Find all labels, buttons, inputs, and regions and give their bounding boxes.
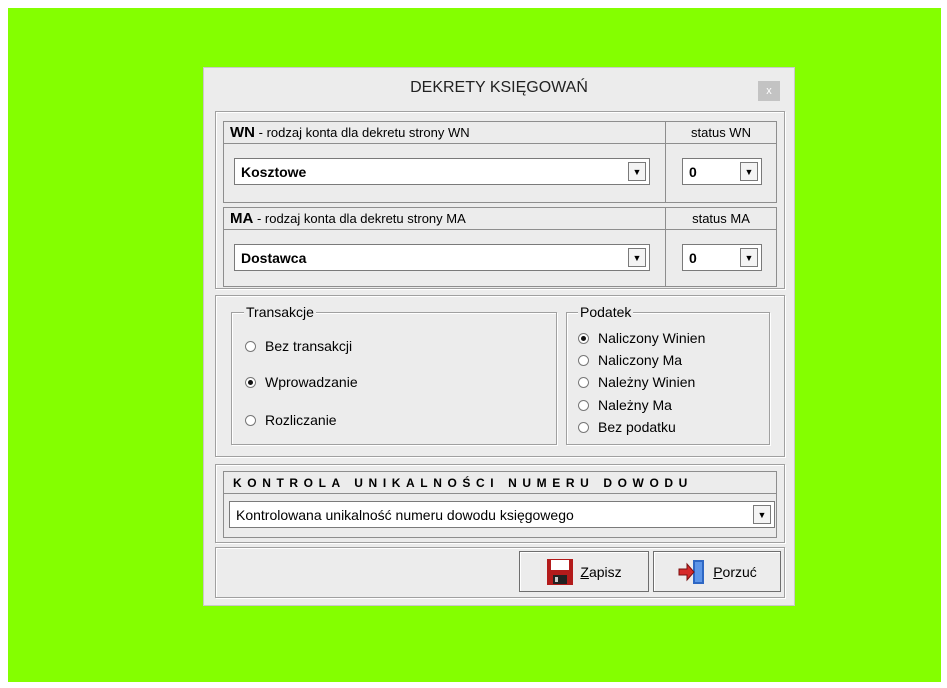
cancel-label: orzuć — [722, 563, 757, 580]
cancel-hotkey: P — [713, 563, 723, 580]
radio-label: Wprowadzanie — [265, 374, 358, 390]
close-button[interactable]: x — [758, 81, 780, 101]
save-button[interactable]: Zapisz — [519, 551, 649, 592]
ma-header: MA - rodzaj konta dla dekretu strony MA — [224, 208, 665, 230]
ma-account-value: Dostawca — [241, 250, 307, 266]
save-label: apisz — [588, 563, 622, 580]
radio-wprowadzanie[interactable]: Wprowadzanie — [245, 374, 358, 390]
floppy-disk-icon — [547, 558, 574, 585]
kontrola-header: KONTROLA UNIKALNOŚCI NUMERU DOWODU — [224, 472, 776, 494]
wn-account-select[interactable]: Kosztowe ▼ — [234, 158, 650, 185]
dropdown-arrow-icon[interactable]: ▼ — [740, 248, 758, 267]
radio-icon — [578, 354, 589, 366]
radio-rozliczanie[interactable]: Rozliczanie — [245, 412, 337, 428]
dropdown-arrow-icon[interactable]: ▼ — [740, 162, 758, 181]
dialog-title: DEKRETY KSIĘGOWAŃ — [410, 79, 588, 96]
radio-icon — [578, 376, 589, 388]
dropdown-arrow-icon[interactable]: ▼ — [753, 505, 771, 524]
ma-status-label: status MA — [692, 211, 750, 226]
kontrola-value: Kontrolowana unikalność numeru dowodu ks… — [236, 507, 574, 523]
radio-bez-podatku[interactable]: Bez podatku — [578, 419, 676, 435]
radio-icon — [578, 421, 589, 433]
radio-icon — [245, 340, 256, 352]
kontrola-panel: KONTROLA UNIKALNOŚCI NUMERU DOWODU Kontr… — [223, 471, 777, 538]
radio-naliczony-winien[interactable]: Naliczony Winien — [578, 330, 705, 346]
wn-prefix: WN — [230, 124, 255, 141]
radio-nalezny-ma[interactable]: Należny Ma — [578, 397, 672, 413]
radio-icon — [578, 399, 589, 411]
radio-label: Bez transakcji — [265, 338, 353, 354]
ma-prefix: MA — [230, 210, 254, 227]
radio-label: Rozliczanie — [265, 412, 337, 428]
radio-checked-icon — [245, 376, 256, 388]
ma-status-header: status MA — [665, 208, 776, 230]
kontrola-title: KONTROLA UNIKALNOŚCI NUMERU DOWODU — [233, 476, 693, 490]
ma-status-select[interactable]: 0 ▼ — [682, 244, 762, 271]
wn-account-value: Kosztowe — [241, 164, 307, 180]
exit-door-icon — [678, 559, 705, 584]
kontrola-select[interactable]: Kontrolowana unikalność numeru dowodu ks… — [229, 501, 775, 528]
save-hotkey: Z — [580, 563, 589, 580]
radio-icon — [245, 414, 256, 426]
dekrety-dialog: DEKRETY KSIĘGOWAŃ x WN - rodzaj konta dl… — [203, 67, 795, 606]
wn-label: - rodzaj konta dla dekretu strony WN — [258, 125, 470, 140]
cancel-button[interactable]: Porzuć — [653, 551, 781, 592]
radio-nalezny-winien[interactable]: Należny Winien — [578, 374, 695, 390]
wn-status-header: status WN — [665, 122, 776, 144]
ma-label: - rodzaj konta dla dekretu strony MA — [256, 211, 466, 226]
wn-status-select[interactable]: 0 ▼ — [682, 158, 762, 185]
radio-label: Bez podatku — [598, 419, 676, 435]
radio-checked-icon — [578, 332, 589, 344]
wn-panel: WN - rodzaj konta dla dekretu strony WN … — [223, 121, 777, 203]
podatek-title: Podatek — [578, 304, 634, 320]
dropdown-arrow-icon[interactable]: ▼ — [628, 162, 646, 181]
wn-status-value: 0 — [689, 164, 697, 180]
radio-naliczony-ma[interactable]: Naliczony Ma — [578, 352, 682, 368]
transakcje-title: Transakcje — [244, 304, 316, 320]
radio-label: Należny Ma — [598, 397, 672, 413]
radio-bez-transakcji[interactable]: Bez transakcji — [245, 338, 352, 354]
radio-label: Należny Winien — [598, 374, 696, 390]
wn-header: WN - rodzaj konta dla dekretu strony WN — [224, 122, 665, 144]
ma-account-select[interactable]: Dostawca ▼ — [234, 244, 650, 271]
wn-status-label: status WN — [691, 125, 751, 140]
dropdown-arrow-icon[interactable]: ▼ — [628, 248, 646, 267]
ma-status-value: 0 — [689, 250, 697, 266]
ma-panel: MA - rodzaj konta dla dekretu strony MA … — [223, 207, 777, 287]
radio-label: Naliczony Winien — [598, 330, 706, 346]
radio-label: Naliczony Ma — [598, 352, 683, 368]
